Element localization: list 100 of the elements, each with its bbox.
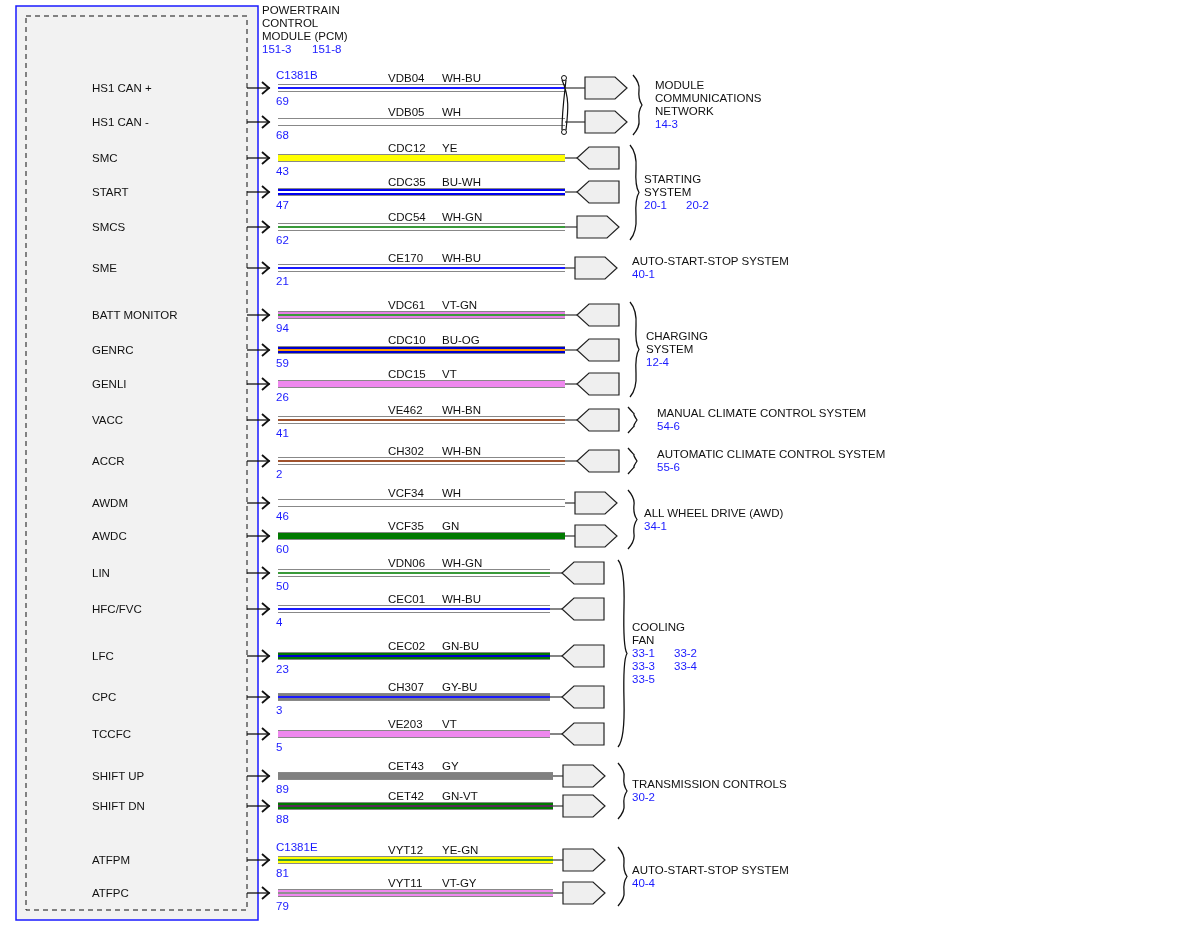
signal-name: TCCFC: [92, 728, 131, 740]
pin-arrow-icon: [246, 886, 271, 900]
signal-name: HS1 CAN +: [92, 82, 152, 94]
pin-number: 89: [276, 783, 289, 795]
wire-color-code: VT: [442, 368, 457, 380]
signal-name: HS1 CAN -: [92, 116, 149, 128]
circuit-number: CDC10: [388, 334, 426, 346]
pin-arrow-icon: [246, 185, 271, 199]
pin-number: 79: [276, 900, 289, 912]
page-reference-link[interactable]: 40-1: [632, 268, 656, 280]
module-title: MODULE (PCM): [262, 30, 348, 42]
pin-arrow-icon: [246, 454, 271, 468]
circuit-number: VDC61: [388, 299, 426, 311]
page-reference-link[interactable]: 151-3: [262, 43, 292, 55]
pin-arrow-icon: [246, 649, 271, 663]
group-brace: [627, 406, 638, 434]
pin-arrow-icon: [246, 220, 271, 234]
wire-color-code: GN: [442, 520, 460, 532]
wire-color-code: YE-GN: [442, 844, 479, 856]
pin-number: 60: [276, 543, 289, 555]
wire-color-code: WH-BN: [442, 445, 481, 457]
page-reference-link[interactable]: 54-6: [657, 420, 681, 432]
wire-color-code: YE: [442, 142, 458, 154]
pin-arrow-icon: [246, 566, 271, 580]
page-reference-link[interactable]: 14-3: [655, 118, 679, 130]
group-brace: [617, 762, 628, 820]
pin-number: 88: [276, 813, 289, 825]
circuit-number: VCF35: [388, 520, 424, 532]
pin-arrow-icon: [246, 151, 271, 165]
page-reference-link[interactable]: 33-5: [632, 673, 656, 685]
wire-color-code: GN-VT: [442, 790, 478, 802]
connector-id[interactable]: C1381E: [276, 841, 318, 853]
system-name: COMMUNICATIONS: [655, 92, 762, 104]
system-name: SYSTEM: [644, 186, 692, 198]
page-reference-link[interactable]: 33-4: [674, 660, 698, 672]
pin-number: 94: [276, 322, 289, 334]
pin-number: 41: [276, 427, 289, 439]
signal-name: ACCR: [92, 455, 125, 467]
signal-name: SMC: [92, 152, 118, 164]
system-name: SYSTEM: [646, 343, 694, 355]
page-reference-link[interactable]: 33-1: [632, 647, 656, 659]
signal-name: HFC/FVC: [92, 603, 142, 615]
page-reference-link[interactable]: 33-3: [632, 660, 656, 672]
pin-number: 68: [276, 129, 289, 141]
pin-arrow-icon: [246, 377, 271, 391]
circuit-number: CET43: [388, 760, 424, 772]
signal-name: GENLI: [92, 378, 127, 390]
pin-arrow-icon: [246, 529, 271, 543]
pin-arrow-icon: [246, 413, 271, 427]
page-reference-link[interactable]: 12-4: [646, 356, 670, 368]
signal-name: START: [92, 186, 129, 198]
circuit-number: CDC54: [388, 211, 426, 223]
circuit-number: VDB05: [388, 106, 425, 118]
pin-number: 26: [276, 391, 289, 403]
pin-number: 3: [276, 704, 283, 716]
signal-name: LFC: [92, 650, 114, 662]
circuit-number: VE203: [388, 718, 423, 730]
module-title: CONTROL: [262, 17, 319, 29]
page-reference-link[interactable]: 34-1: [644, 519, 668, 532]
circuit-number: CE170: [388, 252, 424, 264]
signal-name: AWDC: [92, 530, 127, 542]
wire-color-code: WH-GN: [442, 557, 483, 569]
circuit-number: CDC35: [388, 176, 426, 188]
wire-color-code: WH-BU: [442, 252, 481, 264]
circuit-number: CH302: [388, 445, 424, 457]
pin-arrow-icon: [246, 308, 271, 322]
wire-color-code: WH-GN: [442, 211, 483, 223]
system-name: AUTO-START-STOP SYSTEM: [632, 255, 789, 267]
pin-arrow-icon: [246, 496, 271, 510]
pin-number: 50: [276, 580, 289, 592]
page-reference-link[interactable]: 20-1: [644, 199, 668, 211]
pin-number: 46: [276, 510, 289, 522]
pin-arrow-icon: [246, 261, 271, 275]
page-reference-link[interactable]: 20-2: [686, 199, 710, 211]
page-reference-link[interactable]: 151-8: [312, 43, 342, 55]
system-name: TRANSMISSION CONTROLS: [632, 778, 787, 790]
pin-arrow-icon: [246, 81, 271, 95]
pin-number: 81: [276, 867, 289, 879]
wire-color-code: VT-GY: [442, 877, 477, 889]
pin-number: 4: [276, 616, 283, 628]
signal-name: BATT MONITOR: [92, 309, 178, 321]
signal-name: ATFPC: [92, 887, 129, 899]
group-brace: [627, 447, 638, 475]
connector-id[interactable]: C1381B: [276, 69, 318, 81]
circuit-number: CEC02: [388, 640, 426, 652]
pin-arrow-icon: [246, 727, 271, 741]
pin-arrow-icon: [246, 115, 271, 129]
pin-arrow-icon: [246, 343, 271, 357]
page-reference-link[interactable]: 55-6: [657, 461, 681, 473]
page-reference-link[interactable]: 30-2: [632, 791, 656, 803]
signal-name: SHIFT DN: [92, 800, 145, 812]
pin-arrow-icon: [246, 602, 271, 616]
page-reference-link[interactable]: 33-2: [674, 647, 698, 659]
circuit-number: VYT11: [388, 877, 423, 889]
pin-number: 5: [276, 741, 283, 753]
page-reference-link[interactable]: 40-4: [632, 876, 656, 889]
signal-name: LIN: [92, 567, 110, 579]
system-name: ALL WHEEL DRIVE (AWD): [644, 506, 784, 519]
signal-name: VACC: [92, 414, 124, 426]
circuit-number: VE462: [388, 404, 423, 416]
